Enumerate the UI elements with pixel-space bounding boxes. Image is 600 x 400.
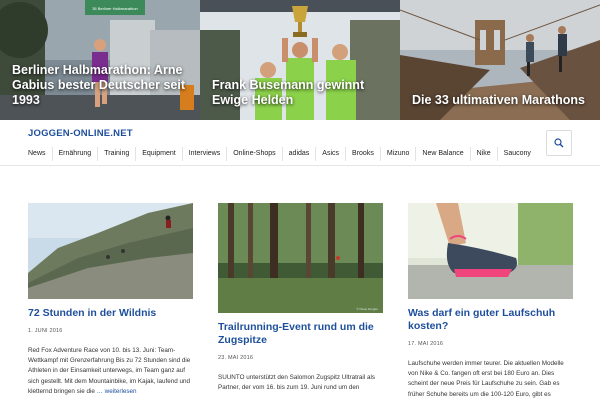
post-date-1: 1. JUNI 2016 — [28, 328, 63, 334]
post-title-1[interactable]: 72 Stunden in der Wildnis — [28, 307, 193, 320]
post-card-3: Was darf ein guter Laufschuh kosten? 17.… — [408, 203, 573, 400]
post-card-1: 72 Stunden in der Wildnis 1. JUNI 2016 R… — [28, 203, 193, 397]
nav-item-mizuno[interactable]: Mizuno — [381, 147, 417, 161]
post-date-3: 17. MAI 2016 — [408, 341, 444, 347]
photo-credit: © Klaus Fengler — [356, 307, 378, 311]
post-excerpt-2: SUUNTO unterstützt den Salomon Zugspitz … — [218, 374, 376, 392]
search-icon — [554, 138, 564, 148]
post-image-3[interactable] — [408, 203, 573, 299]
hero-sign-text: 35 Berliner Halbmarathon — [92, 6, 138, 11]
nav-item-interviews[interactable]: Interviews — [183, 147, 228, 161]
featured-post-3[interactable]: Die 33 ultimativen Marathons — [400, 0, 600, 120]
nav-item-adidas[interactable]: adidas — [283, 147, 317, 161]
post-image-2[interactable]: © Klaus Fengler — [218, 203, 383, 313]
nav-item-training[interactable]: Training — [98, 147, 137, 161]
post-date-2: 23. MAI 2016 — [218, 355, 254, 361]
nav-item-saucony[interactable]: Saucony — [498, 147, 537, 161]
post-excerpt-1: Red Fox Adventure Race von 10. bis 13. J… — [28, 346, 193, 397]
featured-title-2[interactable]: Frank Busemann gewinnt Ewige Helden — [212, 78, 390, 108]
nav-item-asics[interactable]: Asics — [316, 147, 347, 161]
site-header: JOGGEN-ONLINE.NET News Ernährung Trainin… — [0, 120, 600, 166]
nav-item-equipment[interactable]: Equipment — [136, 147, 183, 161]
post-excerpt-3: Laufschuhe werden immer teurer. Die aktu… — [408, 360, 564, 398]
post-card-2: © Klaus Fengler Trailrunning-Event rund … — [218, 203, 383, 393]
nav-item-online-shops[interactable]: Online-Shops — [227, 147, 283, 161]
search-button[interactable] — [546, 130, 572, 156]
post-title-3[interactable]: Was darf ein guter Laufschuh kosten? — [408, 307, 573, 333]
featured-title-3[interactable]: Die 33 ultimativen Marathons — [412, 93, 590, 108]
read-more-link-1[interactable]: … weiterlesen — [97, 388, 137, 395]
featured-slider: 35 Berliner Halbmarathon Berliner Halbma… — [0, 0, 600, 120]
nav-item-new-balance[interactable]: New Balance — [416, 147, 471, 161]
site-title[interactable]: JOGGEN-ONLINE.NET — [28, 128, 133, 139]
nav-item-nike[interactable]: Nike — [471, 147, 498, 161]
featured-post-1[interactable]: 35 Berliner Halbmarathon Berliner Halbma… — [0, 0, 200, 120]
nav-item-ernaehrung[interactable]: Ernährung — [53, 147, 99, 161]
featured-title-1[interactable]: Berliner Halbmarathon: Arne Gabius beste… — [12, 63, 190, 108]
featured-post-2[interactable]: Frank Busemann gewinnt Ewige Helden — [200, 0, 400, 120]
nav-item-brooks[interactable]: Brooks — [346, 147, 381, 161]
main-navigation: News Ernährung Training Equipment Interv… — [22, 147, 537, 163]
nav-item-news[interactable]: News — [22, 147, 53, 161]
post-title-2[interactable]: Trailrunning-Event rund um die Zugspitze — [218, 321, 383, 347]
post-image-1[interactable] — [28, 203, 193, 299]
